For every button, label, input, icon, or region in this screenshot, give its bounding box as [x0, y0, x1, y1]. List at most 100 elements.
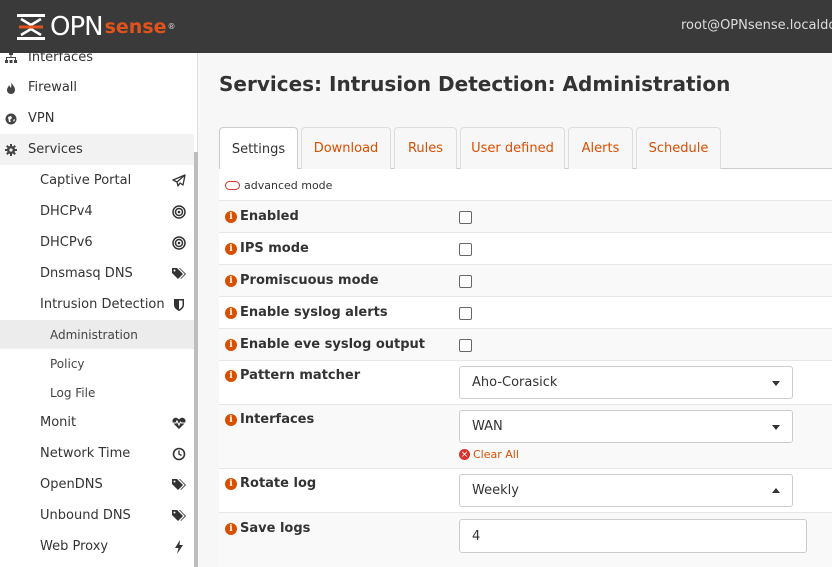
- sidebar-item-dhcpv4[interactable]: DHCPv4: [0, 196, 194, 227]
- form-row-interfaces: i Interfaces WAN × Clear All: [219, 405, 832, 469]
- sidebar-item-label: Unbound DNS: [40, 508, 131, 523]
- bolt-icon: [172, 539, 186, 554]
- tab-bar: Settings Download Rules User defined Ale…: [219, 127, 832, 170]
- sidebar-item-log-file[interactable]: Log File: [0, 378, 194, 407]
- field-label: i Promiscuous mode: [225, 273, 379, 288]
- field-label: i Pattern matcher: [225, 368, 360, 383]
- sidebar-item-label: Captive Portal: [40, 173, 132, 188]
- promiscuous-checkbox[interactable]: [459, 275, 472, 288]
- sidebar-item-label: Interfaces: [28, 53, 93, 65]
- advanced-mode-row: advanced mode: [219, 169, 832, 201]
- tab-alerts[interactable]: Alerts: [568, 127, 633, 169]
- sidebar-item-unbound-dns[interactable]: Unbound DNS: [0, 500, 194, 531]
- select-value: Weekly: [472, 483, 519, 498]
- sidebar-item-intrusion-detection[interactable]: Intrusion Detection: [0, 289, 194, 320]
- sidebar-item-label: Monit: [40, 415, 77, 430]
- tab-user-defined[interactable]: User defined: [460, 127, 565, 169]
- field-label: i Enable eve syslog output: [225, 337, 425, 352]
- sidebar-item-interfaces[interactable]: Interfaces: [0, 53, 194, 73]
- sidebar-item-network-time[interactable]: Network Time: [0, 438, 194, 469]
- sidebar-item-administration[interactable]: Administration: [0, 320, 194, 349]
- input-value: 4: [472, 528, 481, 544]
- select-value: WAN: [472, 419, 503, 434]
- paper-plane-icon: [172, 173, 186, 188]
- eve-syslog-checkbox[interactable]: [459, 339, 472, 352]
- info-icon[interactable]: i: [225, 522, 237, 535]
- field-label: i Enabled: [225, 209, 299, 224]
- pattern-matcher-select[interactable]: Aho-Corasick: [459, 366, 793, 399]
- sidebar-scrollbar[interactable]: [194, 152, 198, 567]
- info-icon[interactable]: i: [225, 210, 237, 223]
- enabled-checkbox[interactable]: [459, 211, 472, 224]
- tags-icon: [172, 478, 186, 492]
- form-row-pattern-matcher: i Pattern matcher Aho-Corasick: [219, 361, 832, 405]
- tab-download[interactable]: Download: [301, 127, 391, 169]
- form-row-save-logs: i Save logs 4: [219, 513, 832, 567]
- caret-down-icon: [772, 381, 780, 386]
- top-navbar: OPNsense® root@OPNsense.localdom: [0, 0, 832, 53]
- sidebar-item-label: Administration: [50, 327, 138, 342]
- rotate-log-select[interactable]: Weekly: [459, 474, 793, 507]
- info-icon[interactable]: i: [225, 413, 237, 426]
- heartbeat-icon: [172, 416, 186, 430]
- sidebar-item-firewall[interactable]: Firewall: [0, 72, 194, 103]
- sidebar: Interfaces Firewall VPN Services Captive…: [0, 53, 198, 567]
- tab-schedule[interactable]: Schedule: [636, 127, 721, 169]
- tags-icon: [172, 267, 186, 281]
- sidebar-item-label: DHCPv4: [40, 204, 93, 219]
- field-label: i IPS mode: [225, 241, 309, 256]
- tab-settings[interactable]: Settings: [219, 127, 298, 170]
- page-title: Services: Intrusion Detection: Administr…: [219, 72, 731, 96]
- sidebar-item-web-proxy[interactable]: Web Proxy: [0, 531, 194, 562]
- info-icon[interactable]: i: [225, 274, 237, 287]
- sidebar-item-vpn[interactable]: VPN: [0, 103, 194, 134]
- sidebar-item-label: OpenDNS: [40, 477, 103, 492]
- info-icon[interactable]: i: [225, 338, 237, 351]
- sidebar-item-opendns[interactable]: OpenDNS: [0, 469, 194, 500]
- sidebar-item-services[interactable]: Services: [0, 134, 194, 165]
- ips-mode-checkbox[interactable]: [459, 243, 472, 256]
- logo-text-opn: OPN: [50, 12, 104, 42]
- sidebar-item-label: Web Proxy: [40, 539, 109, 554]
- sidebar-item-label: Dnsmasq DNS: [40, 266, 133, 281]
- sidebar-item-captive-portal[interactable]: Captive Portal: [0, 165, 194, 196]
- sidebar-item-label: Services: [28, 142, 83, 157]
- save-logs-input[interactable]: 4: [459, 519, 807, 553]
- settings-form: advanced mode i Enabled i IPS mode i Promis…: [219, 169, 832, 567]
- caret-up-icon: [772, 488, 780, 493]
- field-label: i Save logs: [225, 521, 310, 536]
- info-icon[interactable]: i: [225, 242, 237, 255]
- advanced-mode-toggle[interactable]: advanced mode: [225, 179, 332, 192]
- interfaces-select[interactable]: WAN: [459, 410, 793, 443]
- sidebar-item-label: VPN: [28, 111, 55, 126]
- field-label: i Rotate log: [225, 476, 316, 491]
- opnsense-logo[interactable]: OPN sense ®: [16, 11, 176, 43]
- info-icon[interactable]: i: [225, 306, 237, 319]
- toggle-off-icon: [225, 181, 240, 190]
- clock-icon: [172, 447, 186, 461]
- cog-icon: [5, 143, 17, 156]
- fire-icon: [5, 81, 17, 94]
- sidebar-item-label: Log File: [50, 385, 96, 400]
- sidebar-item-policy[interactable]: Policy: [0, 349, 194, 378]
- sidebar-item-label: Policy: [50, 356, 85, 371]
- sidebar-item-monit[interactable]: Monit: [0, 407, 194, 438]
- tab-rules[interactable]: Rules: [394, 127, 457, 169]
- bullseye-icon: [172, 235, 186, 250]
- form-row-rotate-log: i Rotate log Weekly: [219, 469, 832, 513]
- sidebar-item-dnsmasq-dns[interactable]: Dnsmasq DNS: [0, 258, 194, 289]
- form-row-promiscuous: i Promiscuous mode: [219, 265, 832, 297]
- form-row-eve-syslog: i Enable eve syslog output: [219, 329, 832, 361]
- opnsense-logo-icon: [17, 14, 45, 40]
- user-menu[interactable]: root@OPNsense.localdom: [681, 18, 832, 33]
- clear-all-link[interactable]: × Clear All: [459, 448, 519, 461]
- caret-down-icon: [772, 425, 780, 430]
- info-icon[interactable]: i: [225, 477, 237, 490]
- sidebar-item-dhcpv6[interactable]: DHCPv6: [0, 227, 194, 258]
- syslog-alerts-checkbox[interactable]: [459, 307, 472, 320]
- info-icon[interactable]: i: [225, 369, 237, 382]
- globe-icon: [5, 113, 17, 125]
- bullseye-icon: [172, 204, 186, 219]
- field-label: i Enable syslog alerts: [225, 305, 388, 320]
- sidebar-item-label: Network Time: [40, 446, 131, 461]
